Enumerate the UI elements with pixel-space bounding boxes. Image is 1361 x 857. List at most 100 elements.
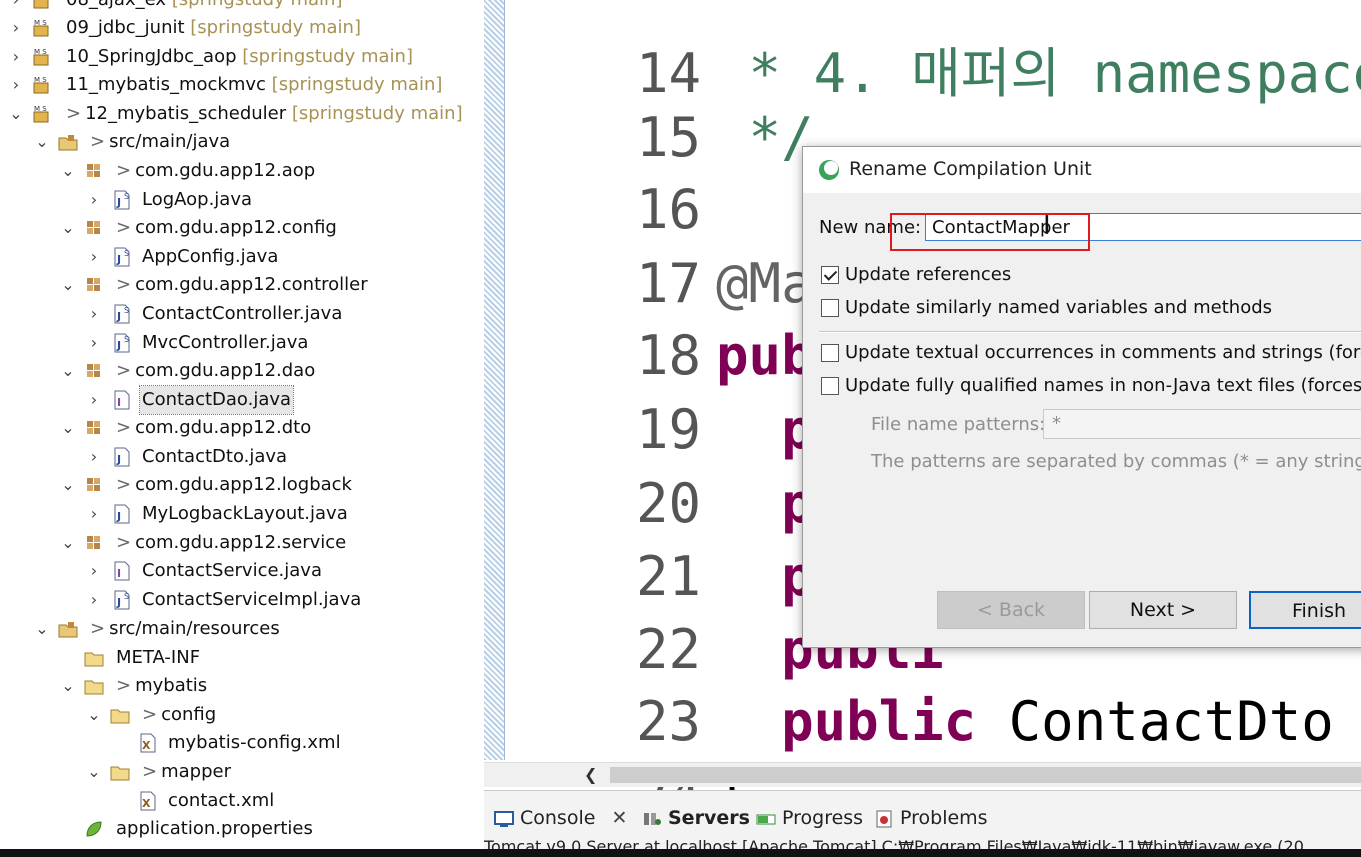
tree-item-package[interactable]: ⌄ > com.gdu.app12.config [0, 214, 484, 242]
chevron-right-icon[interactable]: › [86, 300, 102, 328]
tree-item-xml-file[interactable]: X mybatis-config.xml [0, 729, 484, 757]
project-icon: M S [33, 19, 49, 37]
xml-file-icon: X [140, 791, 156, 811]
new-name-input[interactable] [925, 213, 1361, 241]
scrollbar-thumb[interactable] [610, 767, 1361, 783]
tree-item-project[interactable]: › M S 08_ajax_ex [springstudy main] [0, 0, 484, 14]
tree-item-java-file[interactable]: › J ContactDto.java [0, 443, 484, 471]
java-file-icon: JS [114, 190, 130, 210]
tree-item-properties-file[interactable]: application.properties [0, 815, 484, 843]
update-textual-checkbox[interactable] [821, 344, 839, 362]
chevron-down-icon[interactable]: ⌄ [60, 672, 76, 700]
git-branch-decoration: [springstudy main] [271, 74, 443, 95]
folder-icon [84, 652, 104, 667]
chevron-right-icon[interactable]: › [8, 0, 24, 14]
chevron-down-icon[interactable]: ⌄ [60, 271, 76, 299]
package-icon [87, 221, 100, 234]
scroll-left-arrow-icon[interactable]: ❮ [584, 765, 597, 784]
tree-item-project[interactable]: › M S 10_SpringJdbc_aop [springstudy mai… [0, 43, 484, 71]
chevron-right-icon[interactable]: › [8, 43, 24, 71]
svg-text:M S: M S [34, 105, 47, 113]
update-qualified-checkbox[interactable] [821, 377, 839, 395]
tab-problems[interactable]: Problems [874, 803, 988, 833]
chevron-down-icon[interactable]: ⌄ [60, 214, 76, 242]
svg-text:S: S [124, 249, 129, 258]
chevron-down-icon[interactable]: ⌄ [60, 471, 76, 499]
java-file-icon: J [114, 504, 130, 524]
git-modified-marker: > [116, 217, 132, 238]
tree-item-label: com.gdu.app12.aop [135, 160, 316, 181]
tree-item-label: contact.xml [168, 790, 275, 811]
horizontal-scrollbar[interactable]: ❮ [484, 762, 1361, 787]
svg-text:M S: M S [34, 76, 47, 84]
tree-item-folder[interactable]: ⌄ > mapper [0, 758, 484, 786]
chevron-down-icon[interactable]: ⌄ [34, 615, 50, 643]
tree-item-java-file[interactable]: › J MyLogbackLayout.java [0, 500, 484, 528]
chevron-down-icon[interactable]: ⌄ [34, 128, 50, 156]
tree-item-java-file[interactable]: › JS ContactController.java [0, 300, 484, 328]
chevron-right-icon[interactable]: › [86, 557, 102, 585]
folder-icon [110, 766, 130, 781]
tree-item-java-file[interactable]: › JS AppConfig.java [0, 243, 484, 271]
chevron-right-icon[interactable]: › [86, 243, 102, 271]
back-button[interactable]: < Back [937, 591, 1085, 629]
dialog-titlebar[interactable]: Rename Compilation Unit [803, 147, 1361, 193]
tree-item-package[interactable]: ⌄ > com.gdu.app12.dto [0, 414, 484, 442]
folder-icon [84, 680, 104, 695]
tree-item-package[interactable]: ⌄ > com.gdu.app12.service [0, 529, 484, 557]
tree-item-label: config [161, 704, 217, 725]
update-references-checkbox[interactable] [821, 266, 839, 284]
chevron-right-icon[interactable]: › [8, 14, 24, 42]
source-folder-icon [58, 135, 78, 151]
tree-item-java-file-selected[interactable]: › I ContactDao.java [0, 385, 484, 415]
chevron-right-icon[interactable]: › [86, 443, 102, 471]
chevron-down-icon[interactable]: ⌄ [60, 414, 76, 442]
chevron-down-icon[interactable]: ⌄ [60, 157, 76, 185]
tree-item-java-file[interactable]: › JS LogAop.java [0, 186, 484, 214]
git-branch-decoration: [springstudy main] [291, 103, 463, 124]
chevron-right-icon[interactable]: › [8, 71, 24, 99]
tab-progress[interactable]: Progress [756, 803, 863, 833]
update-similar-checkbox[interactable] [821, 299, 839, 317]
tree-item-folder[interactable]: ⌄ > config [0, 701, 484, 729]
tree-item-java-file[interactable]: › I ContactService.java [0, 557, 484, 585]
tree-item-project[interactable]: › M S 11_mybatis_mockmvc [springstudy ma… [0, 71, 484, 99]
chevron-down-icon[interactable]: ⌄ [8, 100, 24, 128]
git-modified-marker: > [116, 274, 132, 295]
tree-item-project[interactable]: › M S 09_jdbc_junit [springstudy main] [0, 14, 484, 42]
tree-item-source-folder[interactable]: ⌄ > src/main/resources [0, 615, 484, 643]
tab-console[interactable]: Console ✕ [494, 803, 627, 833]
progress-icon [756, 814, 776, 824]
chevron-right-icon[interactable]: › [86, 186, 102, 214]
tree-item-xml-file[interactable]: X contact.xml [0, 787, 484, 815]
next-button[interactable]: Next > [1089, 591, 1237, 629]
chevron-right-icon[interactable]: › [86, 500, 102, 528]
tree-item-package[interactable]: ⌄ > com.gdu.app12.logback [0, 471, 484, 499]
chevron-down-icon[interactable]: ⌄ [86, 701, 102, 729]
tab-servers[interactable]: Servers [642, 803, 750, 833]
tree-item-source-folder[interactable]: ⌄ > src/main/java [0, 128, 484, 156]
tree-item-package[interactable]: ⌄ > com.gdu.app12.aop [0, 157, 484, 185]
package-icon [87, 278, 100, 291]
svg-text:M S: M S [34, 19, 47, 27]
chevron-right-icon[interactable]: › [86, 586, 102, 614]
finish-button[interactable]: Finish [1249, 591, 1361, 629]
close-icon[interactable]: ✕ [611, 807, 627, 829]
chevron-right-icon[interactable]: › [86, 329, 102, 357]
code-line: 24} [506, 688, 749, 790]
tree-item-java-file[interactable]: › JS ContactServiceImpl.java [0, 586, 484, 614]
git-modified-marker: > [142, 704, 158, 725]
dialog-separator [819, 331, 1361, 333]
chevron-right-icon[interactable]: › [86, 386, 102, 414]
tree-item-java-file[interactable]: › JS MvcController.java [0, 329, 484, 357]
chevron-down-icon[interactable]: ⌄ [60, 357, 76, 385]
tree-item-package[interactable]: ⌄ > com.gdu.app12.dao [0, 357, 484, 385]
chevron-down-icon[interactable]: ⌄ [86, 758, 102, 786]
chevron-down-icon[interactable]: ⌄ [60, 529, 76, 557]
git-modified-marker: > [142, 761, 158, 782]
tree-item-folder[interactable]: ⌄ > mybatis [0, 672, 484, 700]
file-patterns-input[interactable]: * [1043, 409, 1361, 439]
tree-item-project[interactable]: ⌄ M S >12_mybatis_scheduler [springstudy… [0, 100, 484, 128]
tree-item-package[interactable]: ⌄ > com.gdu.app12.controller [0, 271, 484, 299]
tree-item-folder[interactable]: META-INF [0, 644, 484, 672]
